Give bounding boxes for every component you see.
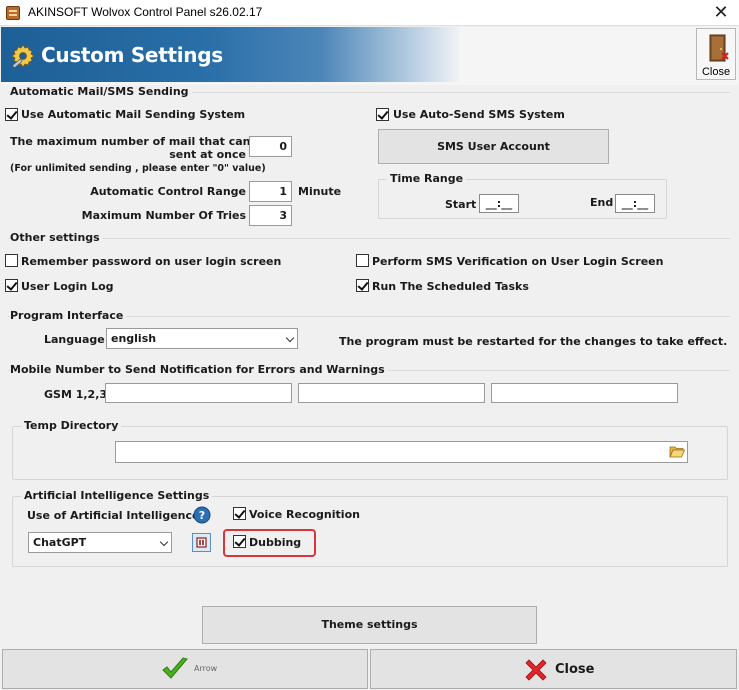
language-label: Language (44, 333, 105, 346)
arrow-button[interactable]: Arrow (2, 649, 368, 689)
header-banner: Custom Settings (1, 27, 459, 82)
unlimited-note: (For unlimited sending , please enter "0… (10, 163, 266, 174)
page-title: Custom Settings (41, 43, 223, 67)
window-title: AKINSOFT Wolvox Control Panel s26.02.17 (28, 5, 263, 19)
other-settings-group: Other settings (8, 231, 730, 298)
dubbing-checkbox[interactable] (233, 535, 246, 548)
chevron-down-icon (159, 537, 169, 547)
app-icon (6, 6, 20, 20)
max-mail-label-line1: The maximum number of mail that can be (10, 135, 270, 148)
scheduled-tasks-label: Run The Scheduled Tasks (372, 280, 529, 293)
time-range-title: Time Range (387, 172, 467, 185)
chevron-down-icon (285, 333, 295, 343)
pause-icon[interactable] (192, 533, 211, 552)
gsm-input-2[interactable] (298, 383, 485, 403)
close-button[interactable]: Close (370, 649, 737, 689)
start-label: Start (445, 198, 477, 211)
minute-label: Minute (298, 185, 342, 198)
restart-note: The program must be restarted for the ch… (339, 335, 728, 348)
language-value: english (111, 332, 157, 345)
user-login-log-label: User Login Log (21, 280, 114, 293)
sms-verification-checkbox[interactable] (356, 254, 369, 267)
exit-door-icon (709, 34, 729, 62)
voice-recognition-label: Voice Recognition (249, 508, 360, 521)
gsm-input-3[interactable] (491, 383, 678, 403)
other-settings-title: Other settings (10, 231, 103, 244)
ai-provider-value: ChatGPT (33, 536, 87, 549)
start-time-input[interactable]: __:__ (479, 194, 519, 213)
gsm-input-1[interactable] (105, 383, 292, 403)
checkmark-icon (162, 657, 188, 679)
use-mail-label: Use Automatic Mail Sending System (21, 108, 246, 121)
gear-icon (11, 44, 35, 69)
header-close-button[interactable]: Close (696, 28, 736, 80)
end-time-input[interactable]: __:__ (615, 194, 655, 213)
close-x-icon (525, 659, 547, 681)
max-mail-label-line2: sent at once (169, 148, 246, 161)
language-select[interactable]: english (106, 328, 298, 349)
gsm-label: GSM 1,2,3 (44, 388, 108, 401)
max-mail-input[interactable]: 0 (249, 136, 292, 157)
folder-open-icon[interactable] (669, 445, 685, 459)
window-close-button[interactable]: ✕ (703, 1, 739, 26)
remember-password-label: Remember password on user login screen (21, 255, 282, 268)
scheduled-tasks-checkbox[interactable] (356, 279, 369, 292)
mobile-number-title: Mobile Number to Send Notification for E… (10, 363, 388, 376)
page-header: Custom Settings Close (1, 27, 738, 85)
dubbing-label: Dubbing (249, 536, 302, 549)
user-login-log-checkbox[interactable] (5, 279, 18, 292)
temp-directory-input[interactable] (115, 441, 688, 463)
theme-settings-button[interactable]: Theme settings (202, 606, 537, 644)
sms-verification-label: Perform SMS Verification on User Login S… (372, 255, 664, 268)
max-tries-label: Maximum Number Of Tries (81, 209, 246, 222)
svg-text:?: ? (199, 509, 205, 522)
window-titlebar: AKINSOFT Wolvox Control Panel s26.02.17 … (0, 0, 739, 26)
voice-recognition-checkbox[interactable] (233, 507, 246, 520)
ai-settings-title: Artificial Intelligence Settings (21, 489, 213, 502)
use-sms-label: Use Auto-Send SMS System (393, 108, 565, 121)
max-tries-input[interactable]: 3 (249, 205, 292, 226)
control-range-label: Automatic Control Range (90, 185, 246, 198)
ai-provider-select[interactable]: ChatGPT (28, 532, 172, 553)
header-close-label: Close (701, 66, 731, 78)
help-icon[interactable]: ? (193, 506, 211, 524)
sms-user-account-button[interactable]: SMS User Account (378, 129, 609, 164)
use-ai-label: Use of Artificial Intelligence (27, 509, 200, 522)
use-sms-checkbox[interactable] (376, 108, 389, 121)
control-range-input[interactable]: 1 (249, 181, 292, 202)
mail-sms-group-title: Automatic Mail/SMS Sending (10, 85, 192, 98)
arrow-button-label: Arrow (194, 664, 218, 673)
remember-password-checkbox[interactable] (5, 254, 18, 267)
end-label: End (590, 196, 614, 209)
temp-directory-title: Temp Directory (21, 419, 122, 432)
close-button-label: Close (555, 662, 595, 677)
use-mail-checkbox[interactable] (5, 108, 18, 121)
program-interface-title: Program Interface (10, 309, 127, 322)
